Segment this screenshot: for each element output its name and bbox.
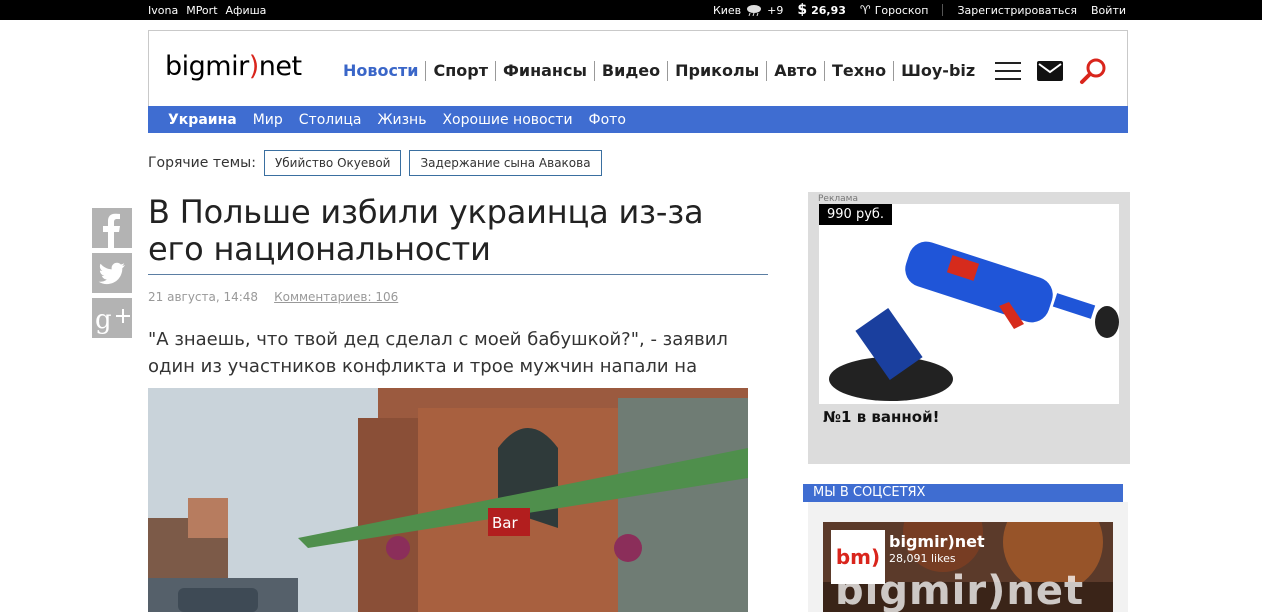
street-scene-image: Bar [148, 388, 748, 612]
weather-widget[interactable]: Киев +9 [713, 4, 783, 17]
aries-icon: ♈ [859, 3, 871, 17]
logo-text-left: bigmir [165, 51, 249, 82]
divider [942, 4, 944, 16]
page-likes: 28,091 likes [889, 552, 956, 565]
temperature-value: +9 [767, 3, 784, 17]
bar-sign: Bar [492, 514, 518, 532]
subnav-item-capital[interactable]: Столица [291, 112, 370, 128]
site-logo[interactable]: bigmir)net [165, 51, 302, 82]
nav-item-finance[interactable]: Финансы [496, 61, 595, 81]
register-link[interactable]: Зарегистрироваться [957, 4, 1077, 17]
horoscope-label: Гороскоп [874, 3, 929, 17]
ad-label: Реклама [818, 194, 858, 204]
banner-logo-text: bigmir)net [835, 568, 1085, 612]
search-icon[interactable] [1079, 57, 1107, 85]
header-icons [995, 57, 1107, 85]
sub-nav: Украина Мир Столица Жизнь Хорошие новост… [148, 106, 1128, 133]
facebook-icon [103, 213, 120, 248]
main-nav: Новости Спорт Финансы Видео Приколы Авто… [336, 61, 982, 81]
article-date: 21 августа, 14:48 [148, 290, 259, 304]
nav-item-auto[interactable]: Авто [767, 61, 825, 81]
nav-item-showbiz[interactable]: Шоу-biz [894, 61, 982, 81]
subnav-item-photo[interactable]: Фото [581, 112, 634, 128]
nav-item-video[interactable]: Видео [595, 61, 669, 81]
top-right-panel: Киев +9 $ 26,93 ♈ Гороскоп Зарегистриров… [713, 0, 1126, 20]
page-name[interactable]: bigmir)net [889, 532, 985, 551]
hot-topics-label: Горячие темы: [148, 155, 256, 171]
cloud-rain-icon [747, 5, 762, 16]
plunger-image [819, 204, 1119, 404]
menu-icon[interactable] [995, 60, 1021, 82]
google-plus-icon: g [95, 305, 130, 335]
top-link-mport[interactable]: MPort [186, 4, 217, 17]
currency-value: 26,93 [811, 3, 846, 17]
twitter-icon [98, 262, 125, 285]
hot-topic-tag[interactable]: Задержание сына Авакова [409, 150, 602, 176]
subnav-item-life[interactable]: Жизнь [369, 112, 434, 128]
nav-item-sport[interactable]: Спорт [426, 61, 496, 81]
nav-item-tech[interactable]: Техно [825, 61, 895, 81]
article-photo: Bar [148, 388, 748, 612]
nav-item-jokes[interactable]: Приколы [668, 61, 768, 81]
article-title: В Польше избили украинца из-за его нацио… [148, 193, 704, 268]
nav-item-news[interactable]: Новости [336, 61, 427, 81]
googleplus-share-button[interactable]: g [92, 298, 132, 338]
horoscope-link[interactable]: ♈ Гороскоп [860, 3, 929, 17]
top-link-ivona[interactable]: Ivona [148, 4, 178, 17]
subnav-item-ukraine[interactable]: Украина [160, 112, 245, 128]
top-link-afisha[interactable]: Афиша [226, 4, 267, 17]
mail-icon[interactable] [1037, 61, 1063, 81]
logo-mark: ) [248, 51, 260, 82]
comments-link[interactable]: Комментариев: 106 [274, 290, 398, 304]
facebook-page-widget[interactable]: bm) bigmir)net 28,091 likes bigmir)net [823, 522, 1113, 612]
facebook-share-button[interactable] [92, 208, 132, 248]
ad-caption[interactable]: №1 в ванной! [823, 408, 939, 426]
svg-text:g: g [95, 305, 112, 335]
dollar-icon: $ [797, 2, 808, 18]
ad-price: 990 руб. [819, 204, 893, 225]
article-meta: 21 августа, 14:48 Комментариев: 106 [148, 290, 398, 304]
twitter-share-button[interactable] [92, 253, 132, 293]
hot-topics: Горячие темы: Убийство Окуевой Задержани… [148, 150, 602, 176]
ad-image[interactable]: 990 руб. [819, 204, 1119, 404]
subnav-item-world[interactable]: Мир [245, 112, 291, 128]
ad-block[interactable]: Реклама 990 руб. №1 в ванной! [808, 192, 1130, 464]
currency-widget[interactable]: $ 26,93 [797, 2, 846, 18]
city-label: Киев [712, 3, 742, 17]
logo-text-right: net [258, 51, 302, 82]
share-buttons: g [92, 208, 132, 343]
hot-topic-tag[interactable]: Убийство Окуевой [263, 150, 402, 176]
social-heading: МЫ В СОЦСЕТЯХ [803, 484, 1123, 502]
login-link[interactable]: Войти [1091, 4, 1126, 17]
subnav-item-good-news[interactable]: Хорошие новости [434, 112, 580, 128]
top-links: Ivona MPort Афиша [148, 0, 266, 20]
social-box: bm) bigmir)net 28,091 likes bigmir)net [808, 502, 1128, 612]
title-divider [148, 274, 768, 275]
site-header: bigmir)net Новости Спорт Финансы Видео П… [148, 30, 1128, 106]
top-bar: Ivona MPort Афиша Киев +9 $ 26,93 ♈ Горо… [0, 0, 1262, 20]
